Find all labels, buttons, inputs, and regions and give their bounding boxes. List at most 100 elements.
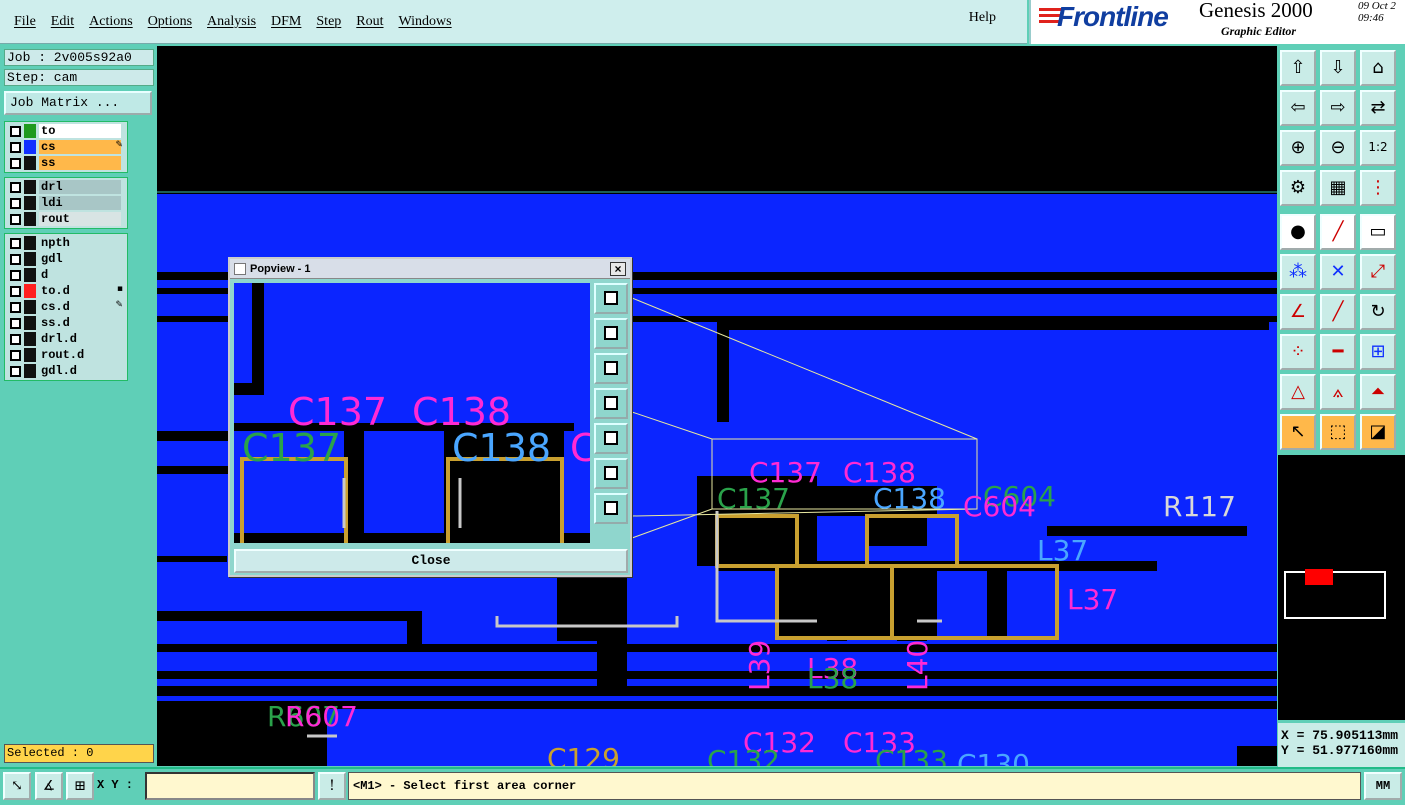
layer-color-swatch[interactable] — [24, 236, 36, 250]
popview-canvas[interactable]: C137 C138 C137 C138 C — [234, 283, 590, 543]
menu-rout[interactable]: Rout — [356, 14, 383, 30]
layer-color-swatch[interactable] — [24, 268, 36, 282]
pan-left-button[interactable] — [594, 388, 628, 419]
select-arrow-icon[interactable]: ↖ — [1280, 414, 1316, 450]
home-down-icon[interactable]: ⇩ — [1320, 50, 1356, 86]
layer-name[interactable]: npth — [39, 236, 121, 250]
pan-left-icon[interactable]: ⇦ — [1280, 90, 1316, 126]
layer-checkbox[interactable] — [10, 157, 21, 169]
popview-title-bar[interactable]: Popview - 1 × — [230, 259, 630, 279]
layer-name[interactable]: gdl — [39, 252, 121, 266]
grid-snap-icon[interactable]: ⊞ — [66, 772, 94, 800]
menu-file[interactable]: File — [14, 14, 36, 30]
alert-icon[interactable]: ! — [318, 772, 346, 800]
layer-color-swatch[interactable] — [24, 252, 36, 266]
menu-windows[interactable]: Windows — [399, 14, 452, 30]
rotate-icon[interactable]: ↻ — [1360, 294, 1396, 330]
menu-help[interactable]: Help — [969, 10, 996, 26]
angle-tool-icon[interactable]: ∡ — [35, 772, 63, 800]
angle-icon[interactable]: ∠ — [1280, 294, 1316, 330]
pan-right-button[interactable] — [594, 423, 628, 454]
traffic-light-icon[interactable]: ⋮ — [1360, 170, 1396, 206]
zoom-in-icon[interactable]: ⊕ — [1280, 130, 1316, 166]
layer-color-swatch[interactable] — [24, 196, 36, 210]
layer-name[interactable]: d — [39, 268, 121, 282]
triangle-mid-icon[interactable]: ⟑ — [1320, 374, 1356, 410]
layer-name[interactable]: rout — [39, 212, 121, 226]
menu-actions[interactable]: Actions — [89, 14, 133, 30]
layer-row[interactable]: ss.d — [7, 315, 125, 331]
units-button[interactable]: MM — [1364, 772, 1402, 800]
layer-name[interactable]: ss.d — [39, 316, 121, 330]
layer-color-swatch[interactable] — [24, 348, 36, 362]
layer-row[interactable]: ldi — [7, 195, 125, 211]
layer-color-swatch[interactable] — [24, 364, 36, 378]
layer-checkbox[interactable] — [10, 285, 21, 297]
layer-checkbox[interactable] — [10, 213, 21, 225]
layer-name[interactable]: ss — [39, 156, 121, 170]
home-up-icon[interactable]: ⇧ — [1280, 50, 1316, 86]
snap-icon[interactable]: ● — [1280, 214, 1316, 250]
layer-color-swatch[interactable] — [24, 124, 36, 138]
points-icon[interactable]: ⁘ — [1280, 334, 1316, 370]
layer-row[interactable]: rout — [7, 211, 125, 227]
layer-name[interactable]: to.d — [39, 284, 121, 298]
layer-color-swatch[interactable] — [24, 284, 36, 298]
zoom-out-button[interactable] — [594, 493, 628, 524]
cross-icon[interactable]: ✕ — [1320, 254, 1356, 290]
line-draw-icon[interactable]: ╱ — [1320, 214, 1356, 250]
layer-color-swatch[interactable] — [24, 156, 36, 170]
link-icon[interactable]: ⤢ — [1360, 254, 1396, 290]
triangle-icon[interactable]: △ — [1280, 374, 1316, 410]
layer-color-swatch[interactable] — [24, 180, 36, 194]
grid-icon[interactable]: ▦ — [1320, 170, 1356, 206]
layer-color-swatch[interactable] — [24, 316, 36, 330]
layer-checkbox[interactable] — [10, 181, 21, 193]
layer-color-swatch[interactable] — [24, 212, 36, 226]
layer-checkbox[interactable] — [10, 333, 21, 345]
menu-analysis[interactable]: Analysis — [207, 14, 256, 30]
ruler-icon[interactable]: ▭ — [1360, 214, 1396, 250]
menu-edit[interactable]: Edit — [51, 14, 74, 30]
layer-row[interactable]: drl.d — [7, 331, 125, 347]
layer-checkbox[interactable] — [10, 141, 21, 153]
layer-row[interactable]: rout.d — [7, 347, 125, 363]
overview-map[interactable] — [1278, 455, 1405, 720]
layer-row[interactable]: d — [7, 267, 125, 283]
layer-checkbox[interactable] — [10, 253, 21, 265]
layer-checkbox[interactable] — [10, 349, 21, 361]
layer-row[interactable]: drl — [7, 179, 125, 195]
measure-icon[interactable]: ⊞ — [1360, 334, 1396, 370]
layer-checkbox[interactable] — [10, 197, 21, 209]
layer-checkbox[interactable] — [10, 317, 21, 329]
minus-icon[interactable]: ━ — [1320, 334, 1356, 370]
xy-input[interactable] — [145, 772, 315, 800]
scale-icon[interactable]: 1:2 — [1360, 130, 1396, 166]
layer-checkbox[interactable] — [10, 125, 21, 137]
layer-row[interactable]: to — [7, 123, 125, 139]
select-box-icon[interactable]: ⬚ — [1320, 414, 1356, 450]
layer-name[interactable]: drl — [39, 180, 121, 194]
zoom-in-button[interactable] — [594, 458, 628, 489]
layer-name[interactable]: drl.d — [39, 332, 121, 346]
layer-name[interactable]: rout.d — [39, 348, 121, 362]
layer-row[interactable]: cs ✎ — [7, 139, 125, 155]
diagonal-icon[interactable]: ╱ — [1320, 294, 1356, 330]
pan-down-button[interactable] — [594, 353, 628, 384]
job-matrix-button[interactable]: Job Matrix ... — [4, 91, 152, 115]
close-icon[interactable]: × — [610, 262, 626, 276]
popview-close-button[interactable]: Close — [234, 549, 628, 573]
layer-row[interactable]: gdl.d — [7, 363, 125, 379]
layer-name[interactable]: gdl.d — [39, 364, 121, 378]
layer-name[interactable]: cs — [39, 140, 121, 154]
layer-name[interactable]: cs.d — [39, 300, 121, 314]
layer-row[interactable]: cs.d ✎ — [7, 299, 125, 315]
swap-icon[interactable]: ⇄ — [1360, 90, 1396, 126]
menu-dfm[interactable]: DFM — [271, 14, 301, 30]
settings-icon[interactable]: ⚙ — [1280, 170, 1316, 206]
layer-row[interactable]: to.d ▪ — [7, 283, 125, 299]
layer-name[interactable]: to — [39, 124, 121, 138]
pan-right-icon[interactable]: ⇨ — [1320, 90, 1356, 126]
select-area-icon[interactable]: ◪ — [1360, 414, 1396, 450]
pan-up-button[interactable] — [594, 318, 628, 349]
